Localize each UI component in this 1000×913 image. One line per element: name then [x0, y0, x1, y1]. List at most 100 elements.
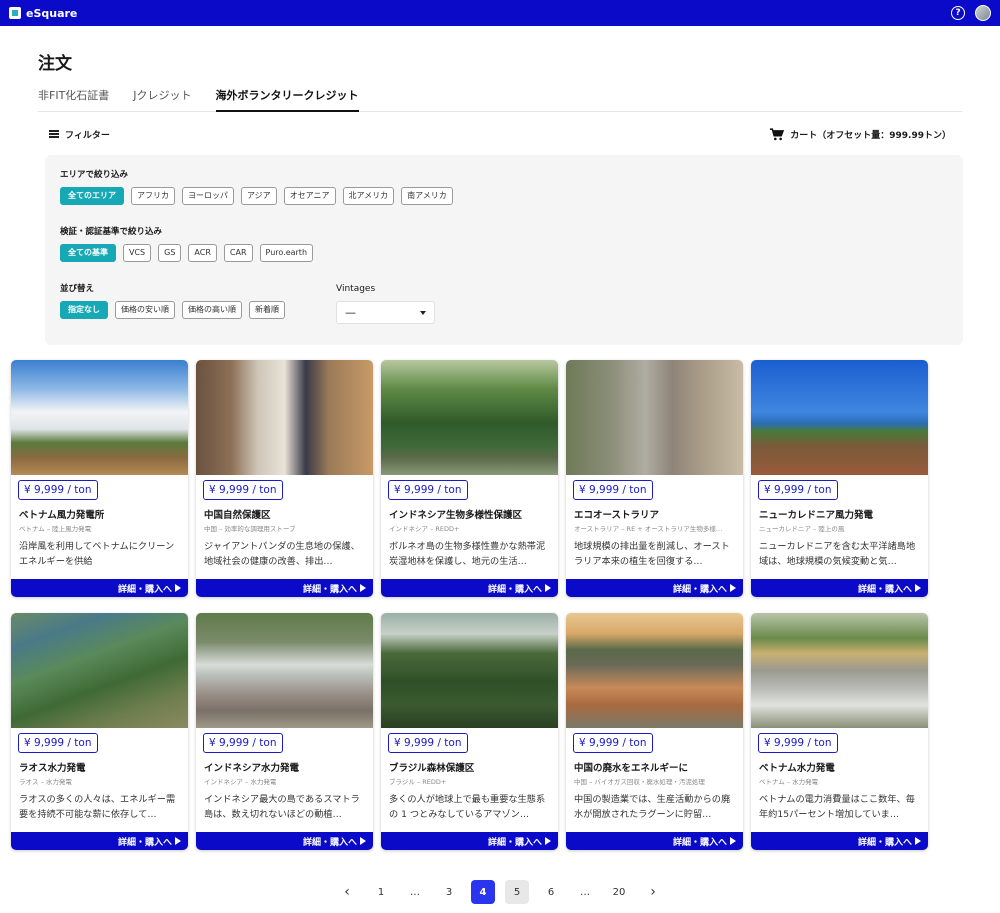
- price-tag: ¥ 9,999 / ton: [573, 480, 653, 500]
- standard-chip-acr[interactable]: ACR: [188, 244, 217, 262]
- price-tag: ¥ 9,999 / ton: [18, 480, 98, 500]
- play-arrow-icon: [545, 584, 551, 592]
- detail-purchase-button[interactable]: 詳細・購入へ: [566, 579, 743, 597]
- chevron-right-icon[interactable]: ›: [641, 880, 665, 904]
- project-card[interactable]: ¥ 9,999 / ton インドネシア水力発電 インドネシア – 水力発電 イ…: [196, 613, 373, 850]
- card-title: 中国自然保護区: [204, 510, 271, 521]
- area-chip-europe[interactable]: ヨーロッパ: [182, 187, 234, 205]
- project-card[interactable]: ¥ 9,999 / ton 中国の廃水をエネルギーに 中国 – バイオガス回収・…: [566, 613, 743, 850]
- project-photo-brazil-forest: [381, 613, 558, 728]
- area-chip-africa[interactable]: アフリカ: [131, 187, 175, 205]
- sort-chip-none[interactable]: 指定なし: [60, 301, 108, 319]
- card-subtitle: ベトナム – 陸上風力発電: [19, 525, 92, 533]
- standard-filter-label: 検証・認証基準で絞り込み: [60, 227, 163, 237]
- chevron-left-icon[interactable]: ‹: [335, 880, 359, 904]
- vintages-select[interactable]: —: [336, 301, 435, 324]
- detail-purchase-button[interactable]: 詳細・購入へ: [751, 832, 928, 850]
- price-tag: ¥ 9,999 / ton: [573, 733, 653, 753]
- area-chip-north-america[interactable]: 北アメリカ: [342, 187, 395, 205]
- detail-purchase-button[interactable]: 詳細・購入へ: [11, 832, 188, 850]
- project-photo-wind-farm: [11, 360, 188, 475]
- brand-name: eSquare: [26, 6, 78, 20]
- cart-button[interactable]: カート（オフセット量：999.99トン）: [769, 127, 951, 141]
- area-chip-oceania[interactable]: オセアニア: [283, 187, 336, 205]
- standard-chip-car[interactable]: CAR: [223, 244, 253, 262]
- area-chip-all[interactable]: 全てのエリア: [60, 187, 124, 205]
- card-title: ベトナム風力発電所: [19, 510, 105, 521]
- price-tag: ¥ 9,999 / ton: [758, 480, 838, 500]
- project-photo-coastal-turbine: [751, 360, 928, 475]
- page-link[interactable]: 3: [437, 880, 461, 904]
- area-chip-south-america[interactable]: 南アメリカ: [401, 187, 453, 205]
- card-title: インドネシア生物多様性保護区: [389, 510, 523, 521]
- detail-purchase-button[interactable]: 詳細・購入へ: [11, 579, 188, 597]
- play-arrow-icon: [360, 837, 366, 845]
- tab-j-credit[interactable]: Jクレジット: [133, 89, 191, 111]
- sort-chip-price-high[interactable]: 価格の高い順: [182, 301, 242, 319]
- brand[interactable]: eSquare: [9, 7, 77, 20]
- price-tag: ¥ 9,999 / ton: [18, 733, 98, 753]
- tab-overseas-voluntary[interactable]: 海外ボランタリークレジット: [215, 89, 359, 112]
- card-title: エコオーストラリア: [574, 510, 660, 521]
- card-title: ベトナム水力発電: [759, 763, 835, 774]
- standard-chip-all[interactable]: 全ての基準: [60, 244, 116, 262]
- play-arrow-icon: [730, 837, 736, 845]
- tab-non-fit[interactable]: 非FIT化石証書: [38, 89, 109, 111]
- detail-purchase-button[interactable]: 詳細・購入へ: [196, 579, 373, 597]
- detail-purchase-button[interactable]: 詳細・購入へ: [566, 832, 743, 850]
- project-card[interactable]: ¥ 9,999 / ton インドネシア生物多様性保護区 インドネシア – RE…: [381, 360, 558, 597]
- detail-purchase-button[interactable]: 詳細・購入へ: [381, 579, 558, 597]
- project-photo-laos-river: [11, 613, 188, 728]
- card-subtitle: ラオス – 水力発電: [19, 778, 72, 786]
- button-label: 詳細・購入へ: [672, 584, 727, 595]
- avatar[interactable]: [975, 5, 991, 21]
- page-link[interactable]: 20: [607, 880, 631, 904]
- card-description: ボルネオ島の生物多様性豊かな熱帯泥炭湿地林を保護し、地元の生活…: [389, 541, 546, 567]
- top-bar: eSquare ?: [0, 0, 1000, 26]
- detail-purchase-button[interactable]: 詳細・購入へ: [751, 579, 928, 597]
- detail-purchase-button[interactable]: 詳細・購入へ: [381, 832, 558, 850]
- card-subtitle: 中国 – 効率的な調理用ストーブ: [204, 525, 296, 533]
- filter-panel: エリアで絞り込み 全てのエリア アフリカ ヨーロッパ アジア オセアニア 北アメ…: [45, 155, 963, 345]
- button-label: 詳細・購入へ: [857, 584, 912, 595]
- area-filter-label: エリアで絞り込み: [60, 170, 129, 180]
- card-description: ニューカレドニアを含む太平洋諸島地域は、地球規模の気候変動と気…: [759, 541, 916, 567]
- project-photo-koala: [566, 360, 743, 475]
- caret-down-icon: [420, 310, 426, 315]
- project-card[interactable]: ¥ 9,999 / ton ニューカレドニア風力発電 ニューカレドニア – 陸上…: [751, 360, 928, 597]
- card-description: ベトナムの電力消費量はここ数年、毎年約15パーセント増加していま…: [759, 794, 915, 820]
- project-card[interactable]: ¥ 9,999 / ton ベトナム風力発電所 ベトナム – 陸上風力発電 沿岸…: [11, 360, 188, 597]
- card-title: 中国の廃水をエネルギーに: [574, 763, 689, 774]
- card-title: インドネシア水力発電: [204, 763, 300, 774]
- project-card[interactable]: ¥ 9,999 / ton 中国自然保護区 中国 – 効率的な調理用ストーブ ジ…: [196, 360, 373, 597]
- project-card[interactable]: ¥ 9,999 / ton エコオーストラリア オーストラリア – RE + オ…: [566, 360, 743, 597]
- sort-chip-price-low[interactable]: 価格の安い順: [115, 301, 175, 319]
- project-card[interactable]: ¥ 9,999 / ton ラオス水力発電 ラオス – 水力発電 ラオスの多くの…: [11, 613, 188, 850]
- card-description: ラオスの多くの人々は、エネルギー需要を持続不可能な薪に依存して…: [19, 794, 176, 820]
- button-label: 詳細・購入へ: [487, 837, 542, 848]
- play-arrow-icon: [545, 837, 551, 845]
- page-link[interactable]: 1: [369, 880, 393, 904]
- standard-chip-gs[interactable]: GS: [158, 244, 182, 262]
- standard-chip-puro[interactable]: Puro.earth: [259, 244, 314, 262]
- detail-purchase-button[interactable]: 詳細・購入へ: [196, 832, 373, 850]
- esquare-logo-icon: [9, 7, 21, 19]
- project-card[interactable]: ¥ 9,999 / ton ベトナム水力発電 ベトナム – 水力発電 ベトナムの…: [751, 613, 928, 850]
- card-title: ラオス水力発電: [19, 763, 86, 774]
- filter-button[interactable]: フィルター: [49, 128, 110, 141]
- button-label: 詳細・購入へ: [672, 837, 727, 848]
- play-arrow-icon: [915, 837, 921, 845]
- sort-chip-newest[interactable]: 新着順: [249, 301, 285, 319]
- help-icon[interactable]: ?: [951, 6, 965, 20]
- cart-label: カート（オフセット量：999.99トン）: [790, 130, 951, 141]
- project-card[interactable]: ¥ 9,999 / ton ブラジル森林保護区 ブラジル – REDD+ 多くの…: [381, 613, 558, 850]
- vintages-label: Vintages: [336, 284, 376, 294]
- page-link[interactable]: 5: [505, 880, 529, 904]
- page-link-current[interactable]: 4: [471, 880, 495, 904]
- project-photo-vietnam-dam: [751, 613, 928, 728]
- page-link[interactable]: 6: [539, 880, 563, 904]
- area-chip-asia[interactable]: アジア: [241, 187, 277, 205]
- standard-chip-vcs[interactable]: VCS: [123, 244, 152, 262]
- page-ellipsis: …: [410, 886, 420, 898]
- card-description: ジャイアントパンダの生息地の保護、地域社会の健康の改善、排出…: [204, 541, 360, 567]
